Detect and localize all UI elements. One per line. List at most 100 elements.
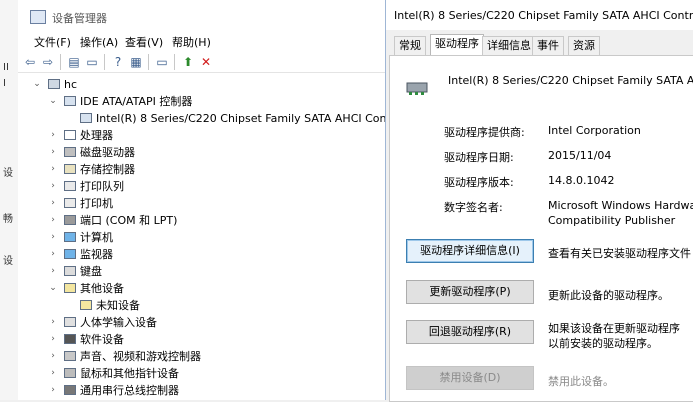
tree-item-label: 人体学输入设备 [80,316,157,329]
chevron-right-icon[interactable]: › [48,331,58,348]
speaker-icon [64,351,76,361]
computer-icon [48,79,60,89]
window-title: 设备管理器 [52,12,107,25]
rollback-driver-button[interactable]: 回退驱动程序(R) [406,320,534,344]
tab-general[interactable]: 常规 [394,36,426,55]
tree-item-label: 打印机 [80,197,113,210]
printer-icon [64,181,76,191]
computer-icon [64,232,76,242]
update-driver-button[interactable]: 更新驱动程序(P) [406,280,534,304]
chevron-right-icon[interactable]: › [48,161,58,178]
chevron-down-icon[interactable]: ⌄ [48,280,58,297]
disable-device-button[interactable]: 禁用设备(D) [406,366,534,390]
menu-view[interactable]: 查看(V) [125,34,163,50]
update-driver-desc: 更新此设备的驱动程序。 [548,289,669,302]
toolbar: ⇦ ⇨ ▤ ▭ ? ▦ ▭ ⬆ ✕ [18,52,388,73]
monitor-icon[interactable]: ▭ [154,54,170,70]
bg-fragment: I [3,78,6,89]
device-manager-icon [30,10,46,24]
grid-icon[interactable]: ▦ [128,54,144,70]
tree-item-label: IDE ATA/ATAPI 控制器 [80,95,193,108]
menu-file[interactable]: 文件(F) [34,34,71,50]
tab-details[interactable]: 详细信息 [482,36,536,55]
chevron-right-icon[interactable]: › [48,195,58,212]
tree-item-label: 处理器 [80,129,113,142]
menu-help[interactable]: 帮助(H) [172,34,211,50]
provider-value: Intel Corporation [548,124,641,137]
tree-item-label: 端口 (COM 和 LPT) [80,214,178,227]
warning-device-icon [80,300,92,310]
tree-item-label: 监视器 [80,248,113,261]
chevron-right-icon[interactable]: › [48,246,58,263]
version-label: 驱动程序版本: [444,176,514,189]
back-icon[interactable]: ⇦ [22,54,38,70]
disk-drive-icon [64,147,76,157]
device-name: Intel(R) 8 Series/C220 Chipset Family SA… [448,74,693,87]
controller-icon [80,113,92,123]
toolbar-separator [174,54,175,70]
properties-dialog: Intel(R) 8 Series/C220 Chipset Family SA… [385,0,693,402]
tab-driver[interactable]: 驱动程序 [430,34,484,56]
dialog-title-bar: Intel(R) 8 Series/C220 Chipset Family SA… [386,0,693,30]
provider-label: 驱动程序提供商: [444,126,525,139]
tree-item-label: Intel(R) 8 Series/C220 Chipset Family SA… [96,112,420,125]
forward-icon[interactable]: ⇨ [40,54,56,70]
disable-device-desc: 禁用此设备。 [548,375,614,388]
chevron-right-icon[interactable]: › [48,229,58,246]
tab-events[interactable]: 事件 [532,36,564,55]
install-driver-icon[interactable]: ⬆ [180,54,196,70]
date-label: 驱动程序日期: [444,151,514,164]
bg-fragment: II [3,62,9,73]
signer-label: 数字签名者: [444,201,503,214]
unknown-device-icon [64,283,76,293]
chevron-right-icon[interactable]: › [48,348,58,365]
tree-item-label: 通用串行总线控制器 [80,384,179,397]
monitor-icon [64,249,76,259]
tree-item-label: 键盘 [80,265,102,278]
tab-strip: 常规 驱动程序 详细信息 事件 资源 [386,34,693,56]
version-value: 14.8.0.1042 [548,174,615,187]
port-icon [64,215,76,225]
usb-icon [64,385,76,395]
toolbar-separator [60,54,61,70]
printer-icon [64,198,76,208]
chevron-right-icon[interactable]: › [48,178,58,195]
chevron-right-icon[interactable]: › [48,382,58,399]
list-view-icon[interactable]: ▭ [84,54,100,70]
chevron-right-icon[interactable]: › [48,365,58,382]
tree-item-label: 软件设备 [80,333,124,346]
driver-details-button[interactable]: 驱动程序详细信息(I) [406,239,534,263]
device-manager-window: 设备管理器 文件(F) 操作(A) 查看(V) 帮助(H) ⇦ ⇨ ▤ ▭ ? … [18,0,419,400]
chevron-down-icon[interactable]: ⌄ [48,93,58,110]
chevron-right-icon[interactable]: › [48,144,58,161]
tree-item-label: 鼠标和其他指针设备 [80,367,179,380]
title-bar: 设备管理器 [18,0,388,34]
tree-root-label: hc [64,78,78,91]
toolbar-separator [104,54,105,70]
chevron-right-icon[interactable]: › [48,127,58,144]
menu-bar: 文件(F) 操作(A) 查看(V) 帮助(H) [18,34,388,50]
dialog-title: Intel(R) 8 Series/C220 Chipset Family SA… [394,9,693,22]
background-window-strip: II I 设 畅 设 [0,0,18,400]
bg-fragment: 畅 [3,214,13,225]
tab-resources[interactable]: 资源 [568,36,600,55]
tree-item-label: 未知设备 [96,299,140,312]
bg-fragment: 设 [3,168,13,179]
uninstall-icon[interactable]: ✕ [198,54,214,70]
tree-item-label: 存储控制器 [80,163,135,176]
chevron-right-icon[interactable]: › [48,212,58,229]
device-tree: ⌄ hc ⌄ IDE ATA/ATAPI 控制器 Intel(R) 8 Seri… [18,74,419,400]
processor-icon [64,130,76,140]
help-icon[interactable]: ? [110,54,126,70]
tree-item-label: 其他设备 [80,282,124,295]
rollback-driver-desc: 如果该设备在更新驱动程序 [548,322,680,335]
properties-view-icon[interactable]: ▤ [66,54,82,70]
mouse-icon [64,368,76,378]
keyboard-icon [64,266,76,276]
chevron-down-icon[interactable]: ⌄ [32,76,42,93]
controller-icon [406,82,428,95]
date-value: 2015/11/04 [548,149,612,162]
menu-action[interactable]: 操作(A) [80,34,118,50]
chevron-right-icon[interactable]: › [48,263,58,280]
chevron-right-icon[interactable]: › [48,314,58,331]
